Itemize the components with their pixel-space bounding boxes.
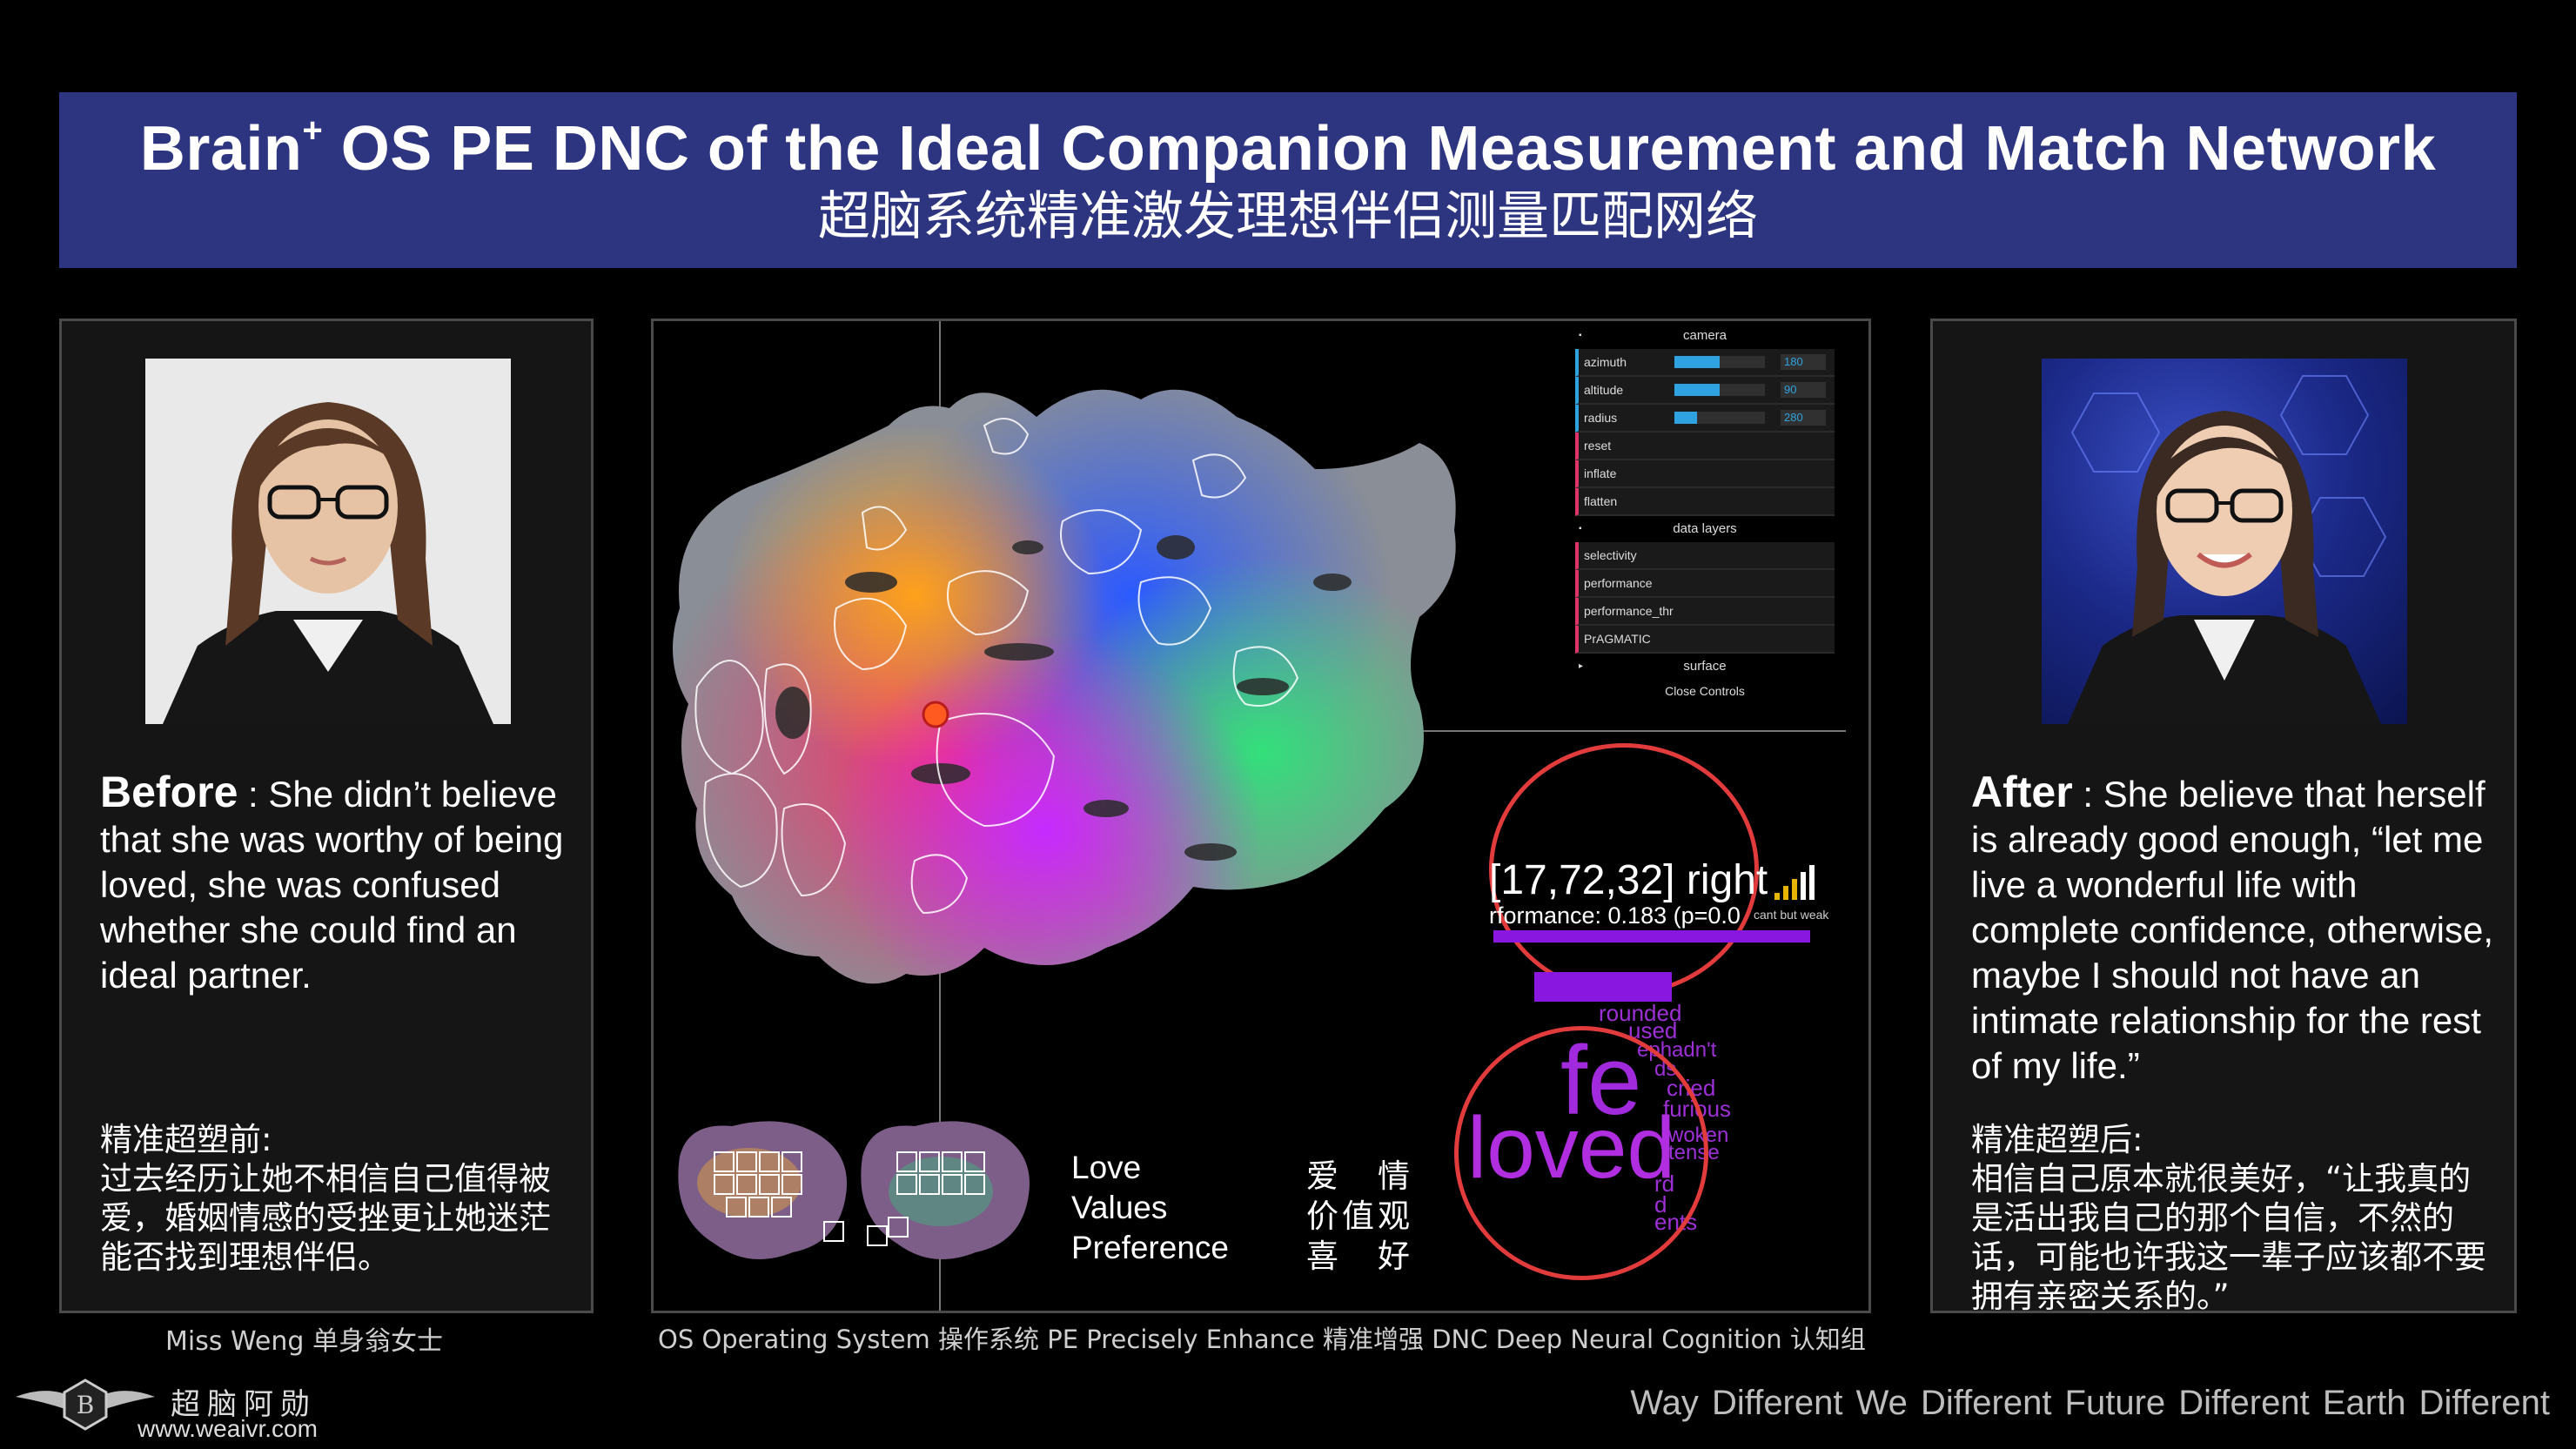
legend-values: Values [1071, 1190, 1168, 1225]
layer-performance-thr[interactable]: performance_thr [1575, 598, 1835, 626]
acronym-footnote: OS Operating System 操作系统 PE Precisely En… [658, 1325, 1866, 1354]
collapse-triangle-icon: ▪ [1579, 524, 1582, 533]
svg-text:B: B [77, 1391, 95, 1419]
tagline: Way Different We Different Future Differ… [1630, 1384, 2550, 1422]
after-photo [2042, 359, 2407, 724]
legend-preference: Preference [1071, 1230, 1229, 1265]
close-controls-button[interactable]: Close Controls [1575, 680, 1835, 702]
azimuth-slider[interactable]: azimuth 180 [1575, 349, 1835, 377]
significance-label: cant but weak [1754, 908, 1829, 922]
performance-bar-secondary [1534, 972, 1672, 1002]
brain-viewer[interactable]: ▪ camera azimuth 180 altitude 90 radius 280 … [651, 319, 1871, 1313]
before-chinese-description: 精准超塑前: 过去经历让她不相信自己值得被爱，婚姻情感的受挫更让她迷茫能否找到理… [100, 1121, 551, 1276]
data-layers-folder[interactable]: ▪ data layers [1575, 516, 1835, 542]
expand-triangle-icon: ▸ [1579, 661, 1584, 671]
altitude-slider[interactable]: altitude 90 [1575, 377, 1835, 405]
reset-button[interactable]: reset [1575, 433, 1835, 460]
radius-slider[interactable]: radius 280 [1575, 405, 1835, 433]
before-panel: Before : She didn’t believe that she was… [59, 319, 594, 1313]
highlight-circle-wordcloud [1454, 1026, 1708, 1280]
legend-love: Love [1071, 1150, 1142, 1185]
legend-preference-zh: 喜 好 [1306, 1238, 1413, 1275]
before-photo [145, 359, 511, 724]
title-english: Brain+ OS PE DNC of the Ideal Companion … [139, 111, 2437, 184]
controls-panel: ▪ camera azimuth 180 altitude 90 radius 280 … [1575, 323, 1835, 702]
after-description: After : She believe that herself is alre… [1971, 768, 2493, 1086]
before-description: Before : She didn’t believe that she was… [100, 768, 564, 996]
flatten-button[interactable]: flatten [1575, 488, 1835, 516]
performance-bar [1493, 930, 1810, 943]
brain-thumbnails [678, 1121, 1030, 1259]
after-chinese-description: 精准超塑后: 相信自己原本就很美好，“让我真的是活出我自己的那个自信，不然的话，… [1971, 1121, 2486, 1315]
brand-url[interactable]: www.weaivr.com [138, 1415, 318, 1443]
signal-strength-icon [1774, 865, 1815, 900]
selected-point-marker [922, 701, 949, 728]
camera-folder[interactable]: ▪ camera [1575, 323, 1835, 349]
subject-caption: Miss Weng 单身翁女士 [165, 1326, 443, 1357]
title-banner: Brain+ OS PE DNC of the Ideal Companion … [59, 92, 2517, 268]
title-chinese: 超脑系统精准激发理想伴侣测量匹配网络 [818, 186, 1758, 248]
layer-pragmatic[interactable]: PrAGMATIC [1575, 626, 1835, 654]
brand-logo-icon: B [16, 1379, 155, 1431]
after-panel: After : She believe that herself is alre… [1930, 319, 2517, 1315]
performance-readout: rformance: 0.183 (p=0.0 [1489, 902, 1741, 929]
layer-selectivity[interactable]: selectivity [1575, 542, 1835, 570]
surface-folder[interactable]: ▸ surface [1575, 654, 1835, 680]
inflate-button[interactable]: inflate [1575, 460, 1835, 488]
layer-performance[interactable]: performance [1575, 570, 1835, 598]
collapse-triangle-icon: ▪ [1579, 331, 1582, 340]
coordinate-readout: [17,72,32] right [1489, 857, 1768, 903]
